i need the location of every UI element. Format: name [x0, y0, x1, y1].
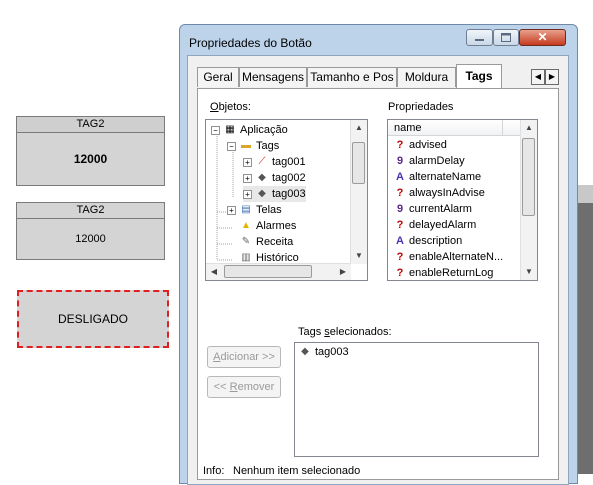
boolean-icon: ?: [396, 219, 404, 231]
close-button[interactable]: ✕: [519, 29, 566, 46]
tree-item-alarmes[interactable]: ▲ Alarmes: [239, 218, 296, 234]
tab-scroll-right-icon[interactable]: ▶: [545, 69, 559, 85]
tab-geral[interactable]: Geral: [197, 67, 239, 87]
expand-icon[interactable]: +: [227, 205, 236, 215]
scroll-up-icon[interactable]: ▲: [351, 120, 367, 136]
tab-moldura[interactable]: Moldura: [397, 67, 456, 87]
screens-icon: ▤: [241, 204, 251, 216]
string-icon: A: [396, 235, 404, 247]
maximize-button[interactable]: [493, 29, 519, 46]
column-separator: [502, 120, 503, 136]
scroll-up-icon[interactable]: ▲: [521, 120, 537, 136]
expand-icon[interactable]: +: [243, 189, 252, 199]
number-icon: 9: [396, 203, 404, 215]
selected-tags-label: Tags selecionados:: [298, 326, 392, 338]
close-icon: ✕: [537, 30, 548, 44]
desligado-button[interactable]: DESLIGADO: [17, 290, 169, 348]
alarm-icon: ▲: [241, 220, 251, 232]
line-chart-icon: ⟋: [258, 156, 266, 168]
tree-item-aplicacao[interactable]: − ▦ Aplicação: [211, 122, 288, 138]
property-item[interactable]: ? alwaysInAdvise: [394, 185, 485, 201]
tab-mensagens[interactable]: Mensagens: [239, 67, 307, 87]
add-button[interactable]: Adicionar >>: [207, 346, 281, 368]
properties-vertical-scrollbar[interactable]: ▲ ▼: [520, 120, 537, 280]
properties-label: Propriedades: [388, 101, 454, 113]
tree-vertical-scrollbar[interactable]: ▲ ▼: [350, 120, 367, 264]
property-item[interactable]: ? enableAlternateN...: [394, 249, 504, 265]
scroll-thumb[interactable]: [224, 265, 312, 278]
property-item[interactable]: 9 currentAlarm: [394, 201, 472, 217]
dialog-body: Geral Mensagens Tamanho e Pos Moldura Ta…: [187, 55, 569, 485]
string-icon: A: [396, 171, 404, 183]
expand-icon[interactable]: +: [243, 173, 252, 183]
collapse-icon[interactable]: −: [227, 141, 236, 151]
tab-tags[interactable]: Tags: [456, 64, 502, 88]
tree-horizontal-scrollbar[interactable]: ◀ ▶: [206, 263, 351, 280]
scroll-thumb[interactable]: [352, 142, 365, 184]
scroll-right-icon[interactable]: ▶: [335, 264, 351, 280]
objects-label: Objetos:: [210, 101, 251, 113]
tree-item-telas[interactable]: + ▤ Telas: [227, 202, 282, 218]
scroll-down-icon[interactable]: ▼: [351, 248, 367, 264]
widget-value: 12000: [73, 152, 108, 166]
expand-icon[interactable]: +: [243, 157, 252, 167]
minimize-icon: [475, 39, 484, 41]
property-item[interactable]: 9 alarmDelay: [394, 153, 465, 169]
minimize-button[interactable]: [466, 29, 493, 46]
property-item[interactable]: Adescription: [394, 233, 462, 249]
title-bar[interactable]: Propriedades do Botão ✕: [180, 25, 577, 55]
maximize-icon: [501, 33, 511, 42]
folder-icon: ▬: [241, 140, 251, 152]
button-properties-dialog: Propriedades do Botão ✕ Geral Mensagens …: [179, 24, 578, 485]
property-item[interactable]: ? advised: [394, 137, 447, 153]
boolean-icon: ?: [396, 267, 404, 279]
dialog-title: Propriedades do Botão: [189, 36, 312, 50]
property-item[interactable]: AalternateName: [394, 169, 481, 185]
number-icon: 9: [396, 155, 404, 167]
tag2-display-bold[interactable]: TAG2 12000: [16, 116, 165, 186]
tag-icon: ◆: [258, 188, 266, 200]
tree-item-tag001[interactable]: + ⟋ tag001: [243, 154, 306, 170]
tag-icon: ◆: [301, 346, 309, 358]
app-icon: ▦: [225, 124, 235, 136]
scroll-left-icon[interactable]: ◀: [206, 264, 222, 280]
tree-item-tag002[interactable]: + ◆ tag002: [243, 170, 306, 186]
tree-item-tag003[interactable]: + ◆ tag003: [243, 186, 306, 202]
boolean-icon: ?: [396, 187, 404, 199]
selected-tags-list[interactable]: ◆ tag003: [294, 342, 539, 457]
widget-value: 12000: [75, 233, 106, 245]
remove-button[interactable]: << Remover: [207, 376, 281, 398]
property-item[interactable]: ? enableReturnLog: [394, 265, 494, 281]
info-label: Info:: [203, 465, 225, 477]
tab-tamanho-e-pos[interactable]: Tamanho e Pos: [307, 67, 397, 87]
boolean-icon: ?: [396, 251, 404, 263]
collapse-icon[interactable]: −: [211, 125, 220, 135]
widget-header: TAG2: [17, 203, 164, 219]
properties-list[interactable]: name ? advised 9 alarmDelay AalternateName…: [387, 119, 538, 281]
tree-item-receita[interactable]: ✎ Receita: [239, 234, 294, 250]
widget-header: TAG2: [17, 117, 164, 133]
info-text: Nenhum item selecionado: [233, 465, 361, 477]
scroll-down-icon[interactable]: ▼: [521, 264, 537, 280]
property-item[interactable]: ? delayedAlarm: [394, 217, 477, 233]
boolean-icon: ?: [396, 139, 404, 151]
objects-tree[interactable]: − ▦ Aplicação − ▬ Tags + ⟋ tag001 + ◆ tag002 + ◆ t…: [205, 119, 368, 281]
selected-tag-item[interactable]: ◆ tag003: [298, 344, 349, 360]
recipe-icon: ✎: [241, 236, 251, 248]
tag-icon: ◆: [258, 172, 266, 184]
scroll-thumb[interactable]: [522, 138, 535, 216]
tree-item-tags[interactable]: − ▬ Tags: [227, 138, 279, 154]
tab-scroll-left-icon[interactable]: ◀: [531, 69, 545, 85]
tag2-display[interactable]: TAG2 12000: [16, 202, 165, 260]
